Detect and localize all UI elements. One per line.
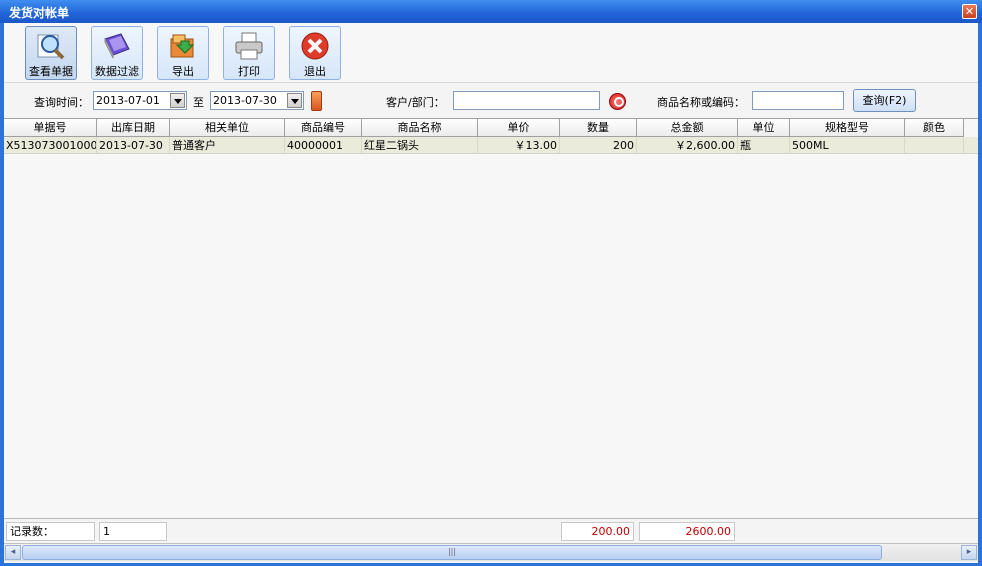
summary-bar: 记录数： 1 200.00 2600.00 (4, 518, 978, 543)
chevron-down-icon[interactable] (170, 93, 185, 108)
column-header[interactable]: 相关单位 (170, 119, 285, 137)
total-amount: 2600.00 (639, 522, 735, 541)
scroll-thumb[interactable]: ||| (22, 545, 882, 560)
column-header[interactable]: 出库日期 (97, 119, 170, 137)
close-button[interactable]: ✕ (962, 4, 977, 19)
table-cell: X5130730010001 (6, 137, 97, 154)
view-document-label: 查看单据 (29, 65, 73, 78)
query-time-label: 查询时间： (34, 96, 89, 109)
column-header[interactable]: 单价 (478, 119, 560, 137)
customer-input[interactable] (453, 91, 600, 110)
chevron-down-icon[interactable] (287, 93, 302, 108)
table-cell: 红星二锅头 (362, 137, 478, 154)
print-button[interactable]: 打印 (223, 26, 275, 80)
table-row[interactable]: X5130730010001 2013-07-30 普通客户 40000001 … (4, 137, 978, 154)
exit-label: 退出 (304, 65, 326, 78)
horizontal-scrollbar[interactable]: ◂ ||| ▸ (4, 543, 978, 561)
window-title: 发货对帐单 (9, 6, 70, 20)
app-window: 发货对帐单 ✕ 查看单据 数据过滤 导出 打印 退出 查询时间： 2013-07… (0, 0, 982, 566)
customer-label: 客户/部门： (386, 96, 445, 109)
table-cell: 普通客户 (170, 137, 285, 154)
toolbar: 查看单据 数据过滤 导出 打印 退出 (4, 23, 978, 83)
search-icon[interactable] (609, 93, 626, 110)
table-cell: ￥2,600.00 (637, 137, 738, 154)
printer-icon (235, 32, 263, 60)
client-area: 查看单据 数据过滤 导出 打印 退出 查询时间： 2013-07-01 至 20… (4, 23, 978, 563)
export-icon (170, 34, 195, 58)
export-label: 导出 (172, 65, 194, 78)
data-table: 单据号 出库日期 相关单位 商品编号 商品名称 单价 数量 总金额 单位 规格型… (4, 118, 978, 518)
book-icon (104, 33, 130, 59)
title-bar: 发货对帐单 ✕ (0, 0, 982, 23)
date-to-picker[interactable]: 2013-07-30 (210, 91, 304, 110)
export-button[interactable]: 导出 (157, 26, 209, 80)
table-cell: 200 (560, 137, 637, 154)
date-from-picker[interactable]: 2013-07-01 (93, 91, 187, 110)
scroll-right-icon[interactable]: ▸ (961, 545, 977, 560)
table-cell: 500ML (790, 137, 905, 154)
record-count-value: 1 (99, 522, 167, 541)
scroll-left-icon[interactable]: ◂ (5, 545, 21, 560)
date-from-value: 2013-07-01 (96, 94, 160, 107)
date-to-value: 2013-07-30 (213, 94, 277, 107)
filter-bar: 查询时间： 2013-07-01 至 2013-07-30 客户/部门： 商品名… (4, 84, 978, 118)
table-cell (905, 137, 964, 154)
view-document-button[interactable]: 查看单据 (25, 26, 77, 80)
record-count-label: 记录数： (6, 522, 95, 541)
column-header[interactable]: 单位 (738, 119, 790, 137)
to-label: 至 (193, 96, 204, 109)
magnifier-icon (37, 34, 65, 60)
table-cell: 2013-07-30 (97, 137, 170, 154)
column-header[interactable]: 总金额 (637, 119, 738, 137)
column-header[interactable]: 商品名称 (362, 119, 478, 137)
total-quantity: 200.00 (561, 522, 634, 541)
table-cell: 40000001 (285, 137, 362, 154)
data-filter-label: 数据过滤 (95, 65, 139, 78)
data-filter-button[interactable]: 数据过滤 (91, 26, 143, 80)
print-label: 打印 (238, 65, 260, 78)
product-input[interactable] (752, 91, 844, 110)
table-cell: ￥13.00 (478, 137, 560, 154)
product-label: 商品名称或编码： (657, 96, 745, 109)
column-header[interactable]: 数量 (560, 119, 637, 137)
column-header[interactable]: 单据号 (4, 119, 97, 137)
exit-icon (301, 32, 329, 60)
bookmark-icon[interactable] (311, 91, 322, 111)
query-button[interactable]: 查询(F2) (853, 89, 916, 112)
table-cell: 瓶 (738, 137, 790, 154)
column-header[interactable]: 颜色 (905, 119, 964, 137)
column-header[interactable]: 规格型号 (790, 119, 905, 137)
exit-button[interactable]: 退出 (289, 26, 341, 80)
column-header[interactable]: 商品编号 (285, 119, 362, 137)
